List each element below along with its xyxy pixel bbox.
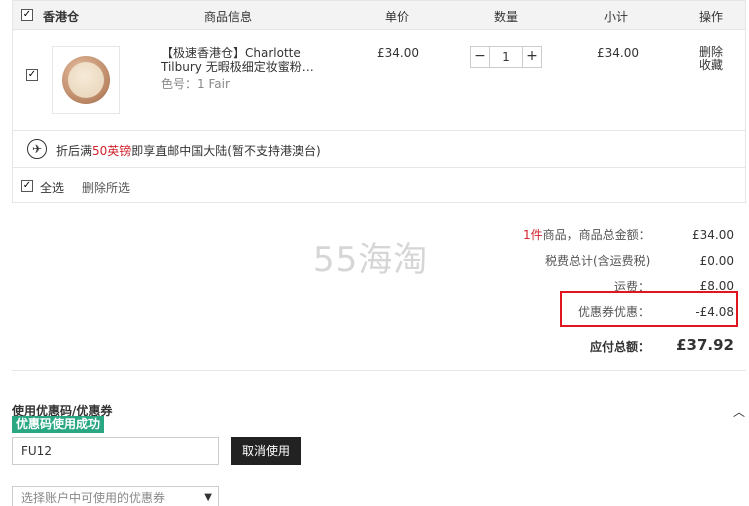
unit-price: £34.00 (377, 46, 419, 60)
decrement-button[interactable]: − (471, 47, 489, 67)
quantity-input[interactable]: 1 (489, 47, 523, 67)
column-actions: 操作 (699, 10, 724, 24)
select-all-label[interactable]: 全选 (40, 179, 64, 196)
tax-label: 税费总计(含运费税) (545, 254, 651, 268)
favorite-link[interactable]: 收藏 (699, 59, 723, 72)
product-image[interactable] (52, 46, 120, 114)
item-actions: 删除 收藏 (699, 46, 723, 72)
item-count: 1件 (523, 228, 543, 242)
total-label: 应付总额： (590, 340, 651, 354)
tax-value: £0.00 (699, 254, 734, 268)
cart-header: ✓ 香港仓 商品信息 单价 数量 小计 操作 (13, 1, 745, 30)
total-value: £37.92 (676, 336, 734, 354)
column-subtotal: 小计 (604, 10, 629, 24)
discount-label: 优惠券优惠： (578, 305, 651, 319)
shipping-notice-row: ✈ 折后满50英镑即享直邮中国大陆(暂不支持港澳台) (13, 130, 745, 166)
column-product-info: 商品信息 (204, 10, 253, 24)
section-divider (12, 370, 746, 371)
discount-value: -£4.08 (695, 305, 734, 319)
product-title-line2: Tilbury 无暇极细定妆蜜粉… (161, 60, 314, 74)
cart-table: ✓ 香港仓 商品信息 单价 数量 小计 操作 ✓ 【极速香港仓】Charlott… (12, 0, 746, 203)
caret-down-icon: ▼ (204, 492, 212, 503)
column-quantity: 数量 (494, 10, 519, 24)
coupon-select-placeholder: 选择账户中可使用的优惠券 (21, 491, 166, 505)
coupon-success-badge: 优惠码使用成功 (12, 416, 105, 433)
watermark-logo: 55海淘 (313, 240, 429, 280)
airplane-icon: ✈ (27, 139, 47, 159)
quantity-stepper: − 1 + (470, 46, 542, 68)
delete-selected-link[interactable]: 删除所选 (82, 179, 130, 196)
goods-total-value: £34.00 (692, 228, 734, 242)
coupon-select[interactable]: 选择账户中可使用的优惠券 ▼ (12, 486, 219, 506)
item-checkbox-icon[interactable]: ✓ (26, 69, 38, 81)
variant-label: 色号： (161, 77, 198, 91)
chevron-up-icon[interactable]: ︿ (733, 403, 745, 420)
select-all-row: ✓ 全选 删除所选 (13, 167, 745, 203)
coupon-code-input[interactable] (12, 437, 219, 465)
column-unit-price: 单价 (385, 10, 410, 24)
free-shipping-threshold: 50英镑 (92, 144, 132, 158)
increment-button[interactable]: + (523, 47, 541, 67)
goods-total-label: 1件商品，商品总金额： (523, 228, 651, 242)
header-checkbox-icon[interactable]: ✓ (21, 9, 33, 21)
select-all-checkbox-icon[interactable]: ✓ (21, 180, 33, 192)
shipping-notice: 折后满50英镑即享直邮中国大陆(暂不支持港澳台) (56, 144, 321, 158)
product-title-line1: 【极速香港仓】Charlotte (161, 46, 301, 60)
cancel-coupon-button[interactable]: 取消使用 (231, 437, 301, 465)
warehouse-label: 香港仓 (43, 10, 80, 24)
variant-value: 1 Fair (197, 77, 230, 91)
product-title-link[interactable]: 【极速香港仓】Charlotte Tilbury 无暇极细定妆蜜粉… (161, 46, 321, 74)
product-variant: 色号：1 Fair (161, 75, 230, 92)
item-subtotal: £34.00 (597, 46, 639, 60)
powder-compact-image (62, 56, 110, 104)
